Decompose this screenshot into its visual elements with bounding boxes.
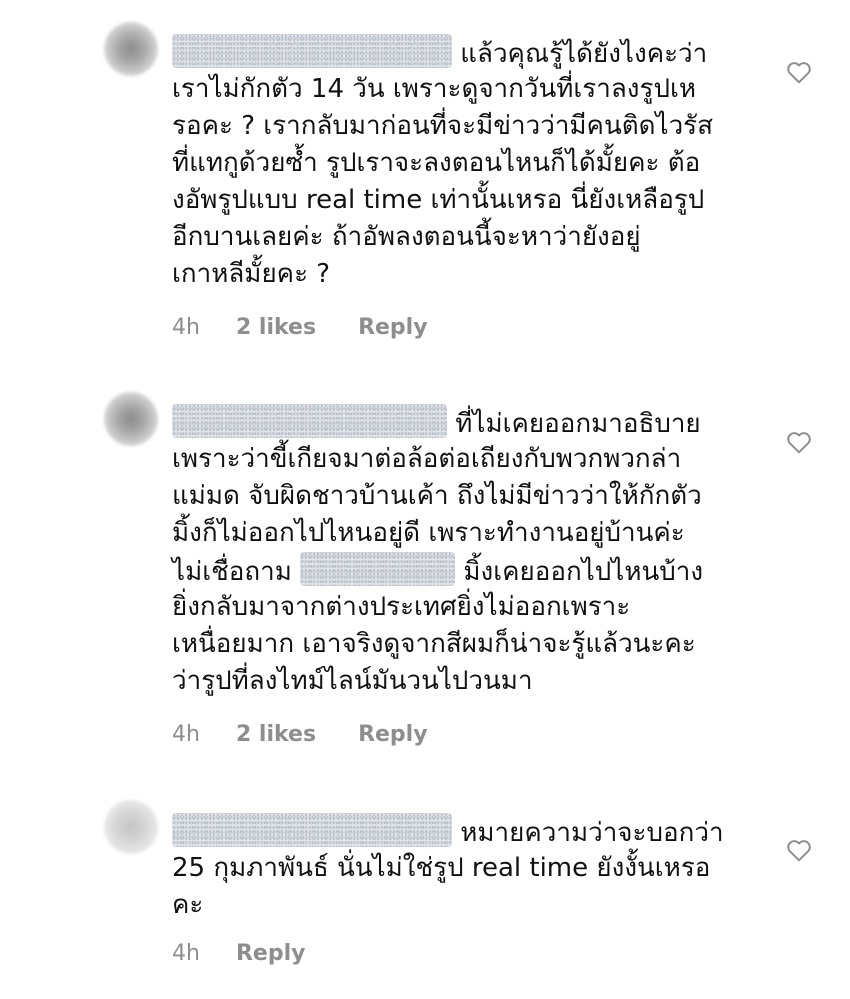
avatar[interactable] bbox=[104, 800, 158, 854]
redacted-username bbox=[172, 404, 447, 438]
likes-count-link[interactable]: 2 likes bbox=[236, 315, 316, 340]
comment-text: ที่ไม่เคยออกมาอธิบาย เพราะว่าขี้เกียจมาต… bbox=[172, 404, 747, 700]
comment-text: หมายความว่าจะบอกว่า 25 กุมภาพันธ์ นั่นไม… bbox=[172, 813, 747, 924]
avatar[interactable] bbox=[104, 22, 158, 76]
avatar[interactable] bbox=[104, 392, 158, 446]
comment-text: แล้วคุณรู้ได้ยังไงคะว่า เราไม่กักตัว 14 … bbox=[172, 34, 747, 293]
redacted-mention bbox=[300, 552, 456, 586]
reply-button[interactable]: Reply bbox=[236, 941, 306, 966]
comment-meta: 4h Reply bbox=[172, 941, 305, 966]
comment-timestamp: 4h bbox=[172, 941, 200, 966]
heart-outline-icon[interactable] bbox=[786, 430, 812, 454]
likes-count-link[interactable]: 2 likes bbox=[236, 722, 316, 747]
reply-button[interactable]: Reply bbox=[358, 315, 428, 340]
heart-outline-icon[interactable] bbox=[786, 60, 812, 84]
comment-meta: 4h 2 likes Reply bbox=[172, 722, 428, 747]
redacted-username bbox=[172, 813, 452, 847]
reply-button[interactable]: Reply bbox=[358, 722, 428, 747]
redacted-username bbox=[172, 34, 452, 68]
heart-outline-icon[interactable] bbox=[786, 838, 812, 862]
comment-timestamp: 4h bbox=[172, 722, 200, 747]
comment-timestamp: 4h bbox=[172, 315, 200, 340]
comment-meta: 4h 2 likes Reply bbox=[172, 315, 428, 340]
